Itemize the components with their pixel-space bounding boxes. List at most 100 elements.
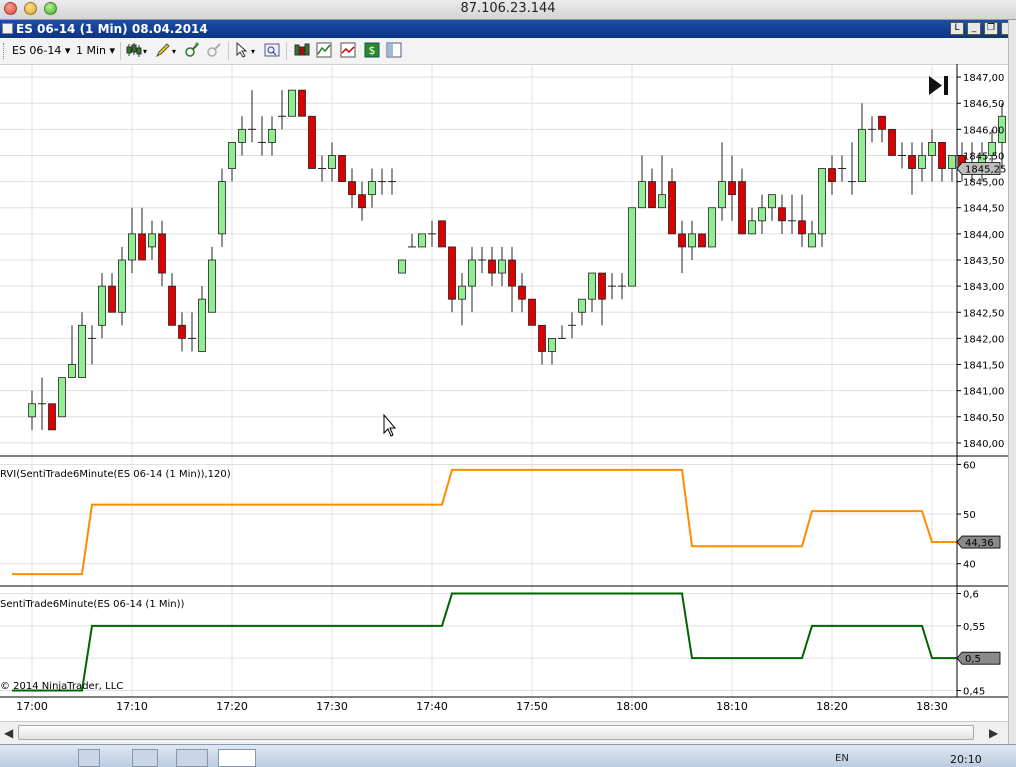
candle-up xyxy=(78,324,86,379)
bar-type-icon[interactable] xyxy=(294,42,310,58)
candle-up xyxy=(748,220,756,235)
taskbar-button[interactable] xyxy=(176,749,208,767)
y-tick-label: 1846,00 xyxy=(963,125,1004,136)
chevron-down-icon[interactable]: ▾ xyxy=(172,47,176,56)
candle-up xyxy=(808,233,816,248)
candle-up xyxy=(268,128,276,143)
instrument-selector[interactable]: ES 06-14 ▾ xyxy=(12,44,70,57)
y-tick-label: 50 xyxy=(963,510,976,521)
x-tick-label: 18:30 xyxy=(916,700,948,713)
chevron-down-icon[interactable]: ▾ xyxy=(251,47,255,56)
indicators-icon[interactable] xyxy=(316,42,332,58)
candle-down xyxy=(168,285,176,326)
y-tick-label: 1847,00 xyxy=(963,73,1004,84)
cursor-icon[interactable] xyxy=(234,42,250,58)
candle-down xyxy=(158,233,166,274)
last-value-label: 0,5 xyxy=(965,654,981,665)
strategy-icon[interactable] xyxy=(340,42,356,58)
candle-down xyxy=(438,220,446,248)
candle-down xyxy=(908,155,916,169)
candle-up xyxy=(398,259,406,274)
candle-up xyxy=(658,194,666,209)
candle-down xyxy=(108,285,116,313)
candle-down xyxy=(178,324,186,339)
y-tick-label: 1842,50 xyxy=(963,308,1004,319)
candle-up xyxy=(58,377,66,418)
candle-down xyxy=(48,403,56,431)
windows-taskbar: EN 20:10 xyxy=(0,744,1016,767)
chart-canvas[interactable]: 17:00 17:10 17:20 17:30 17:40 17:50 18:00 18:10… xyxy=(0,64,1008,721)
mouse-cursor-icon xyxy=(383,413,397,437)
candle-up xyxy=(98,285,106,326)
candle-up xyxy=(948,155,956,169)
y-tick-label: 1841,50 xyxy=(963,361,1004,372)
zoom-in-icon[interactable] xyxy=(184,42,200,58)
candle-up xyxy=(578,298,586,313)
x-tick-label: 17:30 xyxy=(316,700,348,713)
minimize-button[interactable]: _ xyxy=(967,22,981,35)
candle-up xyxy=(288,89,296,117)
svg-text:$: $ xyxy=(369,44,376,57)
taskbar-button[interactable] xyxy=(218,749,256,767)
chart-window-titlebar[interactable]: ES 06-14 (1 Min) 08.04.2014 L _ ❐ xyxy=(0,20,1009,38)
candle-up xyxy=(198,298,206,352)
restore-button[interactable]: ❐ xyxy=(984,22,998,35)
toolbar-separator xyxy=(286,42,287,60)
y-tick-label: 1845,50 xyxy=(963,151,1004,162)
candle-up xyxy=(758,207,766,222)
taskbar-button[interactable] xyxy=(132,749,158,767)
candle-up xyxy=(128,233,136,261)
candle-down xyxy=(598,272,606,300)
candlestick-icon[interactable] xyxy=(126,42,142,58)
y-tick-label: 1840,00 xyxy=(963,439,1004,450)
rvi-line xyxy=(12,468,982,576)
candle-down xyxy=(668,181,676,235)
scroll-right-icon[interactable]: ▶ xyxy=(989,726,998,740)
candle-down xyxy=(538,324,546,352)
dollar-icon[interactable]: $ xyxy=(364,42,380,58)
candle-down xyxy=(938,142,946,169)
language-indicator[interactable]: EN xyxy=(835,753,849,764)
candle-down xyxy=(488,259,496,274)
candle-down xyxy=(778,207,786,222)
rvi-series xyxy=(12,468,982,576)
chart-toolbar: ES 06-14 ▾ 1 Min ▾ ▾ ▾ ▾ $ xyxy=(0,38,1008,65)
link-button[interactable]: L xyxy=(950,22,964,35)
app-icon xyxy=(2,23,13,34)
candle-down xyxy=(348,181,356,196)
chevron-down-icon[interactable]: ▾ xyxy=(143,47,147,56)
toolbar-grip[interactable] xyxy=(3,43,7,59)
y-tick-label: 60 xyxy=(963,460,976,471)
candle-up xyxy=(498,259,506,274)
properties-icon[interactable] xyxy=(264,42,280,58)
candle-down xyxy=(448,246,456,300)
x-tick-label: 18:20 xyxy=(816,700,848,713)
pencil-icon[interactable] xyxy=(155,42,171,58)
candle-down xyxy=(888,128,896,156)
candle-down xyxy=(678,233,686,248)
horizontal-scrollbar[interactable]: ◀ ▶ xyxy=(0,721,1008,744)
x-tick-label: 17:20 xyxy=(216,700,248,713)
candle-up xyxy=(858,128,866,183)
chart-trader-icon[interactable] xyxy=(386,42,402,58)
zoom-out-icon[interactable] xyxy=(206,42,222,58)
scrollbar-thumb[interactable] xyxy=(18,725,974,740)
y-tick-label: 1846,50 xyxy=(963,99,1004,110)
candle-down xyxy=(338,155,346,183)
last-value-label: 44,36 xyxy=(965,538,994,549)
candle-down xyxy=(698,233,706,248)
y-tick-label: 1840,50 xyxy=(963,413,1004,424)
candle-up xyxy=(208,259,216,313)
interval-selector[interactable]: 1 Min ▾ xyxy=(76,44,115,57)
candle-up xyxy=(118,259,126,313)
x-tick-label: 17:50 xyxy=(516,700,548,713)
scroll-left-icon[interactable]: ◀ xyxy=(4,726,13,740)
last-value-label: 1845,25 xyxy=(965,165,1006,176)
taskbar-clock: 20:10 xyxy=(950,753,982,766)
rvi-label: RVI(SentiTrade6Minute(ES 06-14 (1 Min)),… xyxy=(0,469,231,480)
copyright-text: © 2014 NinjaTrader, LLC xyxy=(0,681,124,692)
taskbar-button[interactable] xyxy=(78,749,100,767)
candle-down xyxy=(508,259,516,287)
scroll-to-end-icon[interactable] xyxy=(929,76,948,95)
candle-down xyxy=(138,233,146,261)
